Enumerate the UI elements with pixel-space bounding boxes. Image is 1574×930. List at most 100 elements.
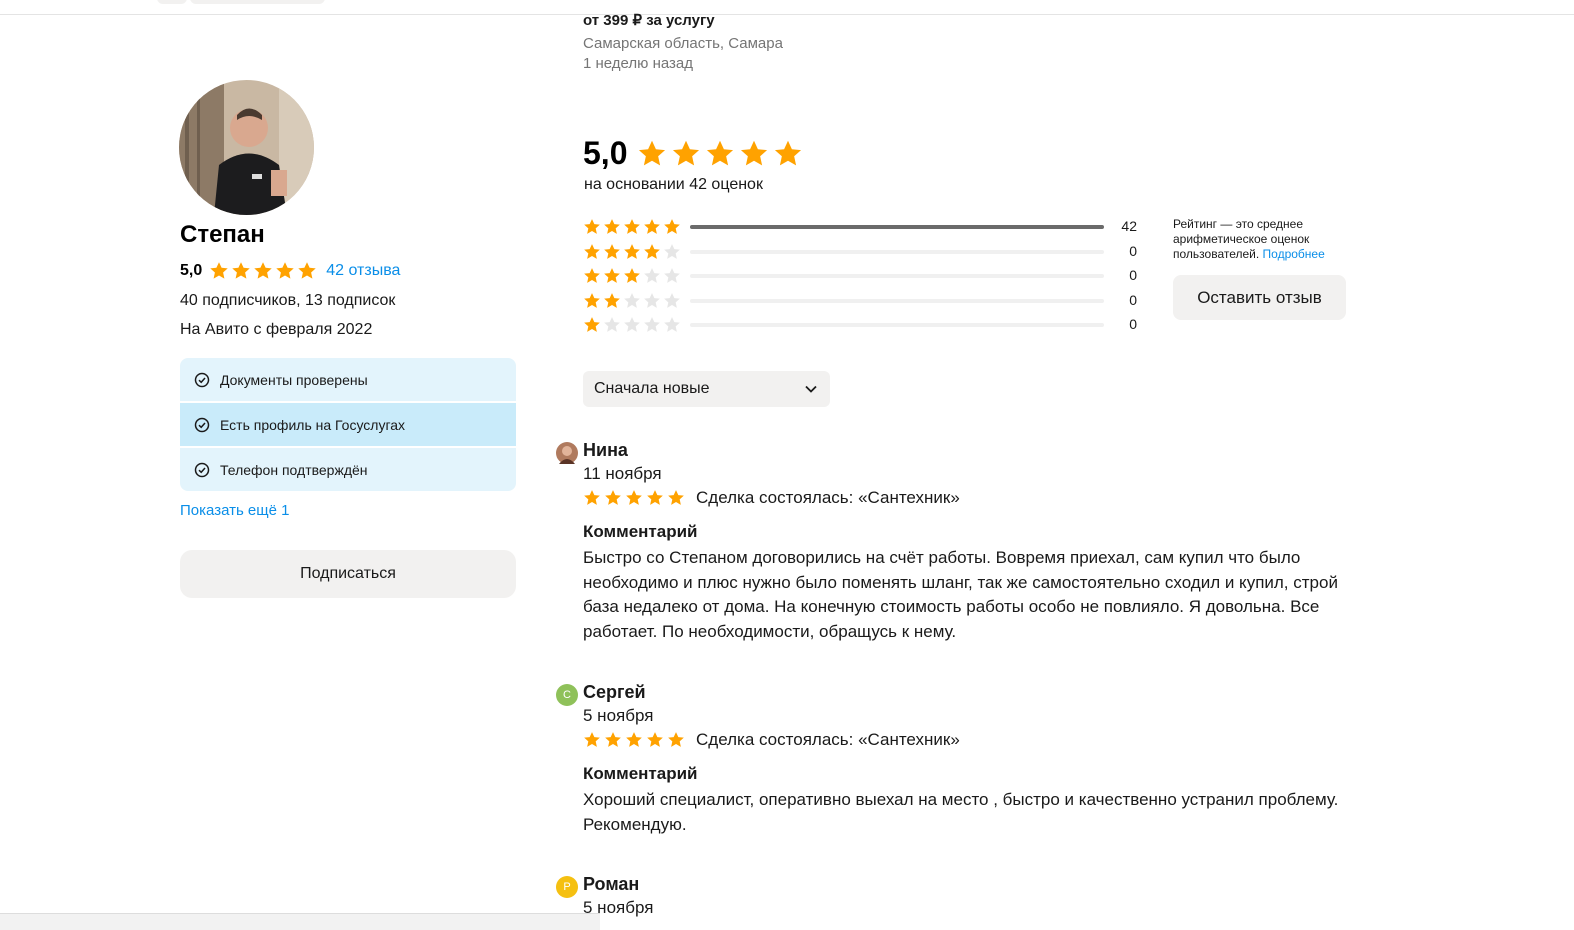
star-filled-icon <box>232 262 250 279</box>
star-filled-icon <box>605 732 621 747</box>
distribution-bar-fill <box>690 225 1104 229</box>
distribution-count: 42 <box>1121 218 1137 234</box>
seller-stars <box>209 261 319 281</box>
review-item: Нина 11 ноября Сделка состоялась: «Санте… <box>556 440 1376 650</box>
star-filled-icon <box>298 262 316 279</box>
reviewer-avatar[interactable]: С <box>556 684 578 706</box>
review-stars <box>583 489 688 507</box>
star-filled-icon <box>605 490 621 505</box>
star-empty-icon <box>604 317 620 332</box>
review-stars <box>583 731 688 749</box>
review-comment-label: Комментарий <box>583 522 698 541</box>
star-empty-icon <box>664 292 680 308</box>
review-date: 11 ноября <box>583 464 662 483</box>
reviewer-avatar[interactable]: Р <box>556 876 578 898</box>
distribution-stars <box>583 267 683 285</box>
star-filled-icon <box>584 292 600 308</box>
check-circle-icon <box>194 462 210 477</box>
star-filled-icon <box>624 219 640 234</box>
distribution-stars <box>583 292 683 310</box>
chevron-down-icon <box>805 385 817 393</box>
leave-review-button[interactable]: Оставить отзыв <box>1173 275 1346 320</box>
member-since-text: На Авито с февраля 2022 <box>180 321 373 338</box>
star-filled-icon <box>584 732 600 747</box>
distribution-bar <box>690 274 1104 278</box>
star-filled-icon <box>584 317 600 332</box>
badge-gosuslugi[interactable]: Есть профиль на Госуслугах <box>180 403 516 446</box>
summary-rating: 5,0 <box>583 135 807 172</box>
check-circle-icon <box>194 417 210 432</box>
star-filled-icon <box>664 219 680 234</box>
distribution-row-1: 0 <box>583 315 1137 335</box>
toolbar-button[interactable] <box>157 0 187 4</box>
rating-info: Рейтинг — это среднее арифметическое оце… <box>1173 217 1353 262</box>
review-deal-text: Сделка состоялась: «Сантехник» <box>696 488 960 507</box>
star-filled-icon <box>639 140 666 165</box>
star-filled-icon <box>254 262 272 279</box>
rating-info-link[interactable]: Подробнее <box>1263 247 1325 261</box>
reviewer-name[interactable]: Нина <box>583 440 628 461</box>
star-empty-icon <box>624 317 640 332</box>
star-filled-icon <box>624 243 640 259</box>
badge-label: Есть профиль на Госуслугах <box>220 416 406 433</box>
distribution-row-3: 0 <box>583 266 1137 286</box>
star-filled-icon <box>276 262 294 279</box>
review-item: Р Роман 5 ноября <box>556 874 1376 924</box>
star-filled-icon <box>604 219 620 234</box>
star-filled-icon <box>775 140 802 165</box>
distribution-count: 0 <box>1129 316 1137 332</box>
star-empty-icon <box>664 317 680 332</box>
reviewer-avatar[interactable] <box>556 442 578 464</box>
reviewer-name[interactable]: Сергей <box>583 682 646 703</box>
star-filled-icon <box>604 268 620 283</box>
star-filled-icon <box>584 243 600 259</box>
toolbar-field[interactable] <box>190 0 325 4</box>
star-filled-icon <box>644 243 660 259</box>
star-filled-icon <box>624 268 640 283</box>
star-filled-icon <box>673 140 700 165</box>
distribution-row-4: 0 <box>583 242 1137 262</box>
review-item: С Сергей 5 ноября Сделка состоялась: «Са… <box>556 682 1376 842</box>
show-more-link[interactable]: Показать ещё 1 <box>180 502 289 519</box>
followers-text: 40 подписчиков, 13 подписок <box>180 292 396 309</box>
top-bar <box>0 0 1574 15</box>
reviews-count-link[interactable]: 42 отзыва <box>326 262 400 280</box>
distribution-stars <box>583 218 683 236</box>
distribution-bar <box>690 225 1104 229</box>
star-filled-icon <box>584 268 600 283</box>
star-empty-icon <box>644 268 660 283</box>
star-filled-icon <box>210 262 228 279</box>
listing-price: от 399 ₽ за услугу <box>583 12 715 29</box>
summary-rating-value: 5,0 <box>583 135 628 171</box>
summary-based-on: на основании 42 оценок <box>584 176 763 193</box>
summary-stars <box>637 139 807 169</box>
star-filled-icon <box>668 490 684 505</box>
star-empty-icon <box>644 292 660 308</box>
star-filled-icon <box>626 490 642 505</box>
subscribe-button[interactable]: Подписаться <box>180 550 516 598</box>
reviewer-name[interactable]: Роман <box>583 874 639 895</box>
check-circle-icon <box>194 372 210 387</box>
review-comment-label: Комментарий <box>583 764 698 783</box>
distribution-count: 0 <box>1129 242 1137 259</box>
review-text: Быстро со Степаном договорились на счёт … <box>583 548 1338 642</box>
star-filled-icon <box>647 732 663 747</box>
review-date: 5 ноября <box>583 706 654 725</box>
seller-rating-value: 5,0 <box>180 262 203 279</box>
star-filled-icon <box>584 219 600 234</box>
horizontal-scrollbar[interactable] <box>0 913 600 930</box>
distribution-bar <box>690 298 1104 303</box>
seller-rating: 5,0 42 отзыва <box>180 261 400 281</box>
listing-posted: 1 неделю назад <box>583 55 694 72</box>
sort-dropdown[interactable]: Сначала новые <box>583 371 830 407</box>
distribution-stars <box>583 316 683 334</box>
badge-documents[interactable]: Документы проверены <box>180 358 516 401</box>
listing-location: Самарская область, Самара <box>583 35 783 52</box>
review-text: Хороший специалист, оперативно выехал на… <box>583 790 1339 834</box>
badge-phone[interactable]: Телефон подтверждён <box>180 448 516 491</box>
seller-avatar[interactable] <box>179 80 314 215</box>
distribution-row-5: 42 <box>583 217 1137 237</box>
star-filled-icon <box>584 490 600 505</box>
badge-label: Документы проверены <box>220 371 368 388</box>
distribution-bar <box>690 323 1104 327</box>
